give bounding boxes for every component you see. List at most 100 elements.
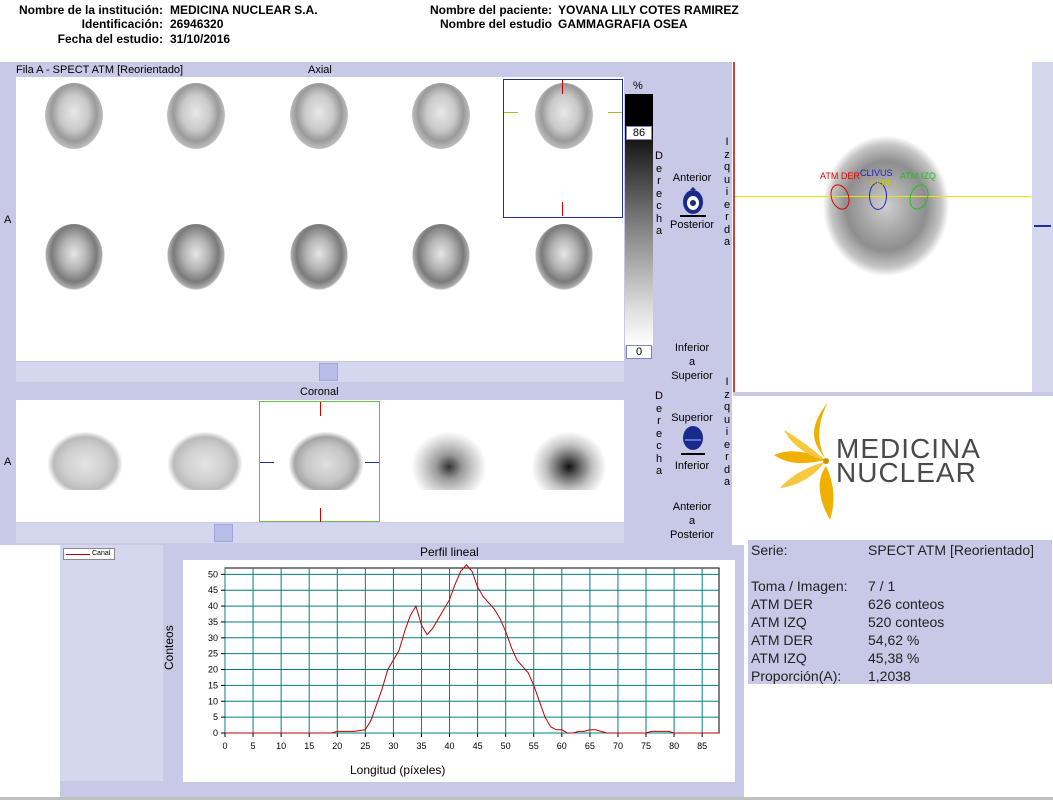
- coronal-slice-2[interactable]: [168, 432, 242, 490]
- chart-x-tick-label: 50: [501, 741, 511, 751]
- anterior-a-posterior-label: Anterior a Posterior: [669, 501, 715, 541]
- chart-x-tick-label: 25: [360, 741, 370, 751]
- axial-slice-2[interactable]: [167, 83, 225, 149]
- id-value: 26946320: [170, 17, 224, 31]
- axial-image-area[interactable]: [16, 77, 624, 361]
- chart-x-tick-label: 10: [276, 741, 286, 751]
- chart-y-tick-label: 5: [213, 712, 218, 722]
- serie-label: Serie:: [751, 542, 788, 558]
- result-label-3: ATM IZQ: [751, 614, 807, 630]
- profile-chart-area: 0 5 10 15 20 25 30 35 40 45 50 55 60 65 70 75 80 85 0 5 10 15…: [183, 560, 735, 782]
- axial-side-letter: A: [4, 214, 12, 226]
- chart-y-tick-label: 50: [208, 569, 218, 579]
- coronal-crosshair-bottom: [320, 508, 321, 522]
- axial-scroll-thumb[interactable]: [319, 363, 338, 381]
- roi-atm-izq-label: ATM IZQ: [900, 171, 936, 181]
- result-label-1: Toma / Imagen:: [751, 578, 848, 594]
- result-label-4: ATM DER: [751, 632, 813, 648]
- roi-perfil-label: PERFIL: [871, 179, 900, 188]
- roi-vertical-scrollbar[interactable]: [1032, 62, 1053, 392]
- chart-y-tick-label: 10: [208, 696, 218, 706]
- coronal-slice-5[interactable]: [532, 432, 606, 490]
- chart-x-tick-label: 75: [641, 741, 651, 751]
- chart-y-tick-label: 0: [213, 728, 218, 738]
- profile-xlabel: Longitud (píxeles): [350, 763, 446, 777]
- result-value-1: 7 / 1: [868, 578, 896, 594]
- crosshair-top: [562, 80, 563, 94]
- chart-y-tick-label: 30: [208, 633, 218, 643]
- date-label: Fecha del estudio:: [57, 32, 163, 46]
- roi-clivus-label: CLIVUS: [860, 168, 893, 178]
- roi-bottom-bar: [733, 392, 1053, 396]
- patient-label: Nombre del paciente:: [429, 3, 552, 17]
- inferior-a-superior-label: Inferior a Superior: [671, 342, 713, 382]
- logo-text-line2: NUCLEAR: [836, 457, 977, 488]
- axial-selected-frame: [503, 79, 623, 218]
- colorbar-min-input[interactable]: 0: [626, 345, 652, 359]
- chart-x-tick-label: 70: [613, 741, 623, 751]
- chart-x-tick-label: 15: [304, 741, 314, 751]
- chart-x-tick-label: 35: [416, 741, 426, 751]
- roi-scroll-marker[interactable]: [1034, 225, 1051, 227]
- chart-x-tick-label: 55: [529, 741, 539, 751]
- axial-posterior-label: Posterior: [669, 219, 715, 231]
- chart-x-tick-label: 30: [388, 741, 398, 751]
- logo: MEDICINA NUCLEAR: [770, 400, 1040, 525]
- chart-x-tick-label: 20: [332, 741, 342, 751]
- legend-swatch: [66, 554, 90, 555]
- chart-plot-frame: [224, 567, 720, 734]
- axial-slice-3[interactable]: [290, 83, 348, 149]
- chart-x-tick-label: 60: [557, 741, 567, 751]
- profile-title: Perfil lineal: [420, 545, 479, 559]
- chart-x-tick-label: 80: [669, 741, 679, 751]
- coronal-crosshair-right: [365, 462, 379, 463]
- profile-legend-box: Canal: [60, 545, 163, 781]
- chart-y-tick-label: 35: [208, 617, 218, 627]
- legend-label: Canal: [92, 550, 111, 557]
- axial-row-label: Fila A - SPECT ATM [Reorientado]: [16, 64, 184, 76]
- axial-slice-7[interactable]: [167, 224, 225, 290]
- coronal-inferior-label: Inferior: [674, 460, 710, 472]
- axial-slice-8[interactable]: [290, 224, 348, 290]
- chart-y-tick-label: 25: [208, 649, 218, 659]
- chart-y-tick-label: 15: [208, 680, 218, 690]
- axial-slice-1[interactable]: [45, 83, 103, 149]
- roi-atm-der-label: ATM DER: [820, 171, 860, 181]
- institution-value: MEDICINA NUCLEAR S.A.: [170, 3, 318, 17]
- coronal-title: Coronal: [300, 386, 339, 398]
- chart-x-tick-label: 65: [585, 741, 595, 751]
- axial-slice-6[interactable]: [45, 224, 103, 290]
- date-value: 31/10/2016: [170, 32, 231, 46]
- result-value-3: 520 conteos: [868, 614, 945, 630]
- coronal-slice-1[interactable]: [48, 432, 122, 490]
- study-label: Nombre del estudio: [439, 17, 552, 31]
- crosshair-right: [608, 112, 622, 113]
- coronal-slice-4[interactable]: [412, 432, 486, 490]
- axial-slice-4[interactable]: [412, 83, 470, 149]
- coronal-image-area[interactable]: [16, 400, 624, 522]
- axial-scrollbar[interactable]: [16, 362, 624, 382]
- result-value-4: 54,62 %: [868, 632, 920, 648]
- colorbar-unit: %: [633, 80, 643, 92]
- axial-slice-10[interactable]: [535, 224, 593, 290]
- serie-value: SPECT ATM [Reorientado]: [868, 542, 1034, 558]
- result-value-6: 1,2038: [868, 668, 911, 684]
- head-front-view-icon: [679, 425, 707, 462]
- crosshair-left: [504, 112, 518, 113]
- result-label-6: Proporción(A):: [751, 668, 842, 684]
- result-label-2: ATM DER: [751, 596, 813, 612]
- coronal-selected-frame: [259, 401, 380, 522]
- coronal-crosshair-left: [260, 462, 274, 463]
- axial-slice-9[interactable]: [412, 224, 470, 290]
- chart-x-tick-label: 45: [473, 741, 483, 751]
- axial-title: Axial: [308, 64, 332, 76]
- coronal-scrollbar[interactable]: [16, 523, 624, 543]
- result-value-5: 45,38 %: [868, 650, 920, 666]
- roi-image-area[interactable]: ATM DER CLIVUS PERFIL ATM IZQ: [735, 62, 1031, 392]
- chart-y-tick-label: 45: [208, 585, 218, 595]
- colorbar-max-input[interactable]: 86: [626, 126, 652, 140]
- coronal-scroll-thumb[interactable]: [214, 524, 233, 542]
- chart-y-tick-label: 40: [208, 601, 218, 611]
- chart-x-tick-label: 85: [697, 741, 707, 751]
- result-value-2: 626 conteos: [868, 596, 945, 612]
